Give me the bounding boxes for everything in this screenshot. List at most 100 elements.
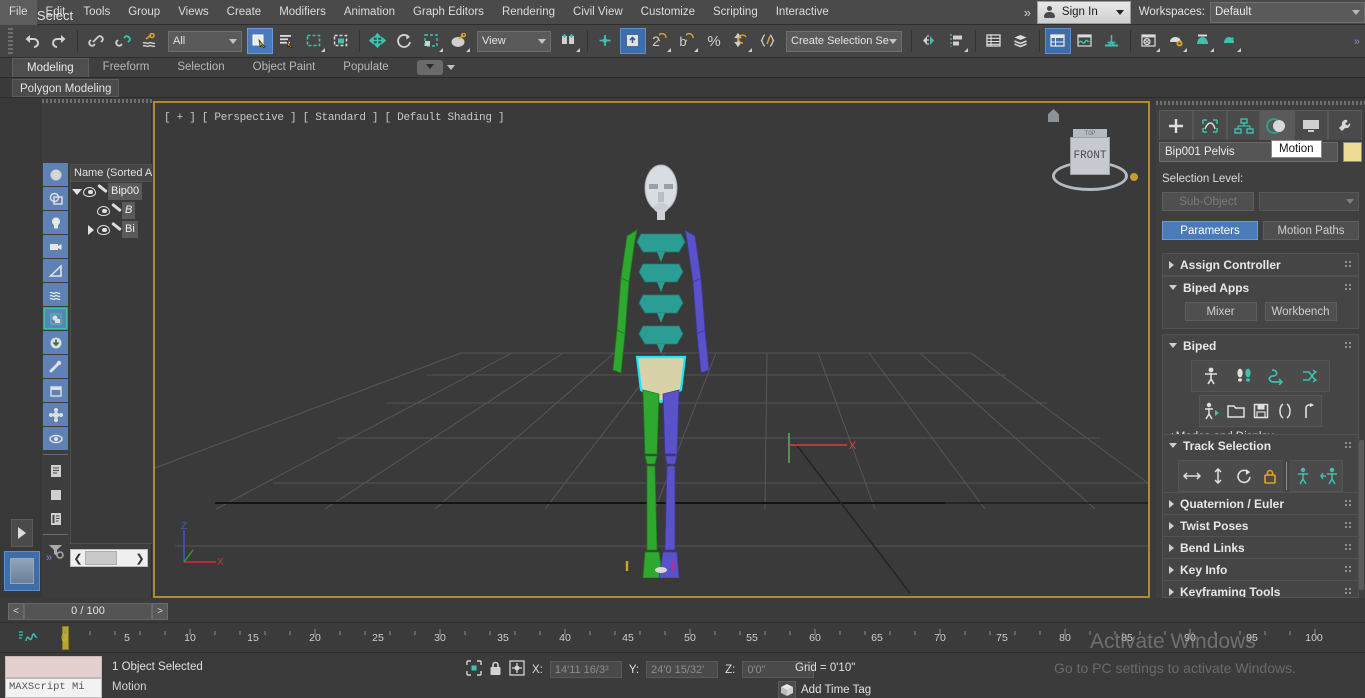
- rollout-header[interactable]: Bend Links: [1163, 537, 1358, 558]
- chevron-down-icon[interactable]: [446, 65, 455, 70]
- symmetrical-tracks-icon[interactable]: [1290, 464, 1316, 488]
- y-field[interactable]: 24'0 15/32': [646, 661, 719, 678]
- scroll-left-icon[interactable]: ❮: [71, 552, 85, 565]
- selection-filter-select[interactable]: All: [168, 30, 242, 52]
- perspective-viewport[interactable]: [ + ] [ Perspective ] [ Standard ] [ Def…: [153, 101, 1150, 598]
- freeze-pin-icon[interactable]: [110, 224, 122, 236]
- containers-filter-icon[interactable]: [43, 379, 68, 402]
- reference-coordinate-select[interactable]: View: [477, 30, 551, 52]
- shapes-filter-icon[interactable]: [43, 187, 68, 210]
- visibility-filter-icon[interactable]: [43, 427, 68, 450]
- object-color-swatch[interactable]: [1343, 142, 1362, 162]
- redo-icon[interactable]: [46, 28, 72, 54]
- material-editor-icon[interactable]: [1136, 28, 1162, 54]
- rollout-header[interactable]: Track Selection: [1163, 435, 1358, 456]
- snaps-toggle-icon[interactable]: [620, 28, 646, 54]
- tab-selection[interactable]: Selection: [163, 58, 238, 77]
- workbench-button[interactable]: Workbench: [1264, 302, 1337, 321]
- render-frame-window-icon[interactable]: [1190, 28, 1216, 54]
- tree-node-label[interactable]: B: [122, 202, 136, 219]
- toggle-scene-explorer-icon[interactable]: [1045, 28, 1071, 54]
- rollout-grip-icon[interactable]: [1344, 587, 1352, 596]
- rollout-header[interactable]: Key Info: [1163, 559, 1358, 580]
- space-warps-filter-icon[interactable]: [43, 283, 68, 306]
- select-and-move-icon[interactable]: [365, 28, 391, 54]
- opposite-tracks-icon[interactable]: [1316, 464, 1342, 488]
- rollout-grip-icon[interactable]: [1344, 543, 1352, 552]
- maxscript-mini-listener[interactable]: MAXScript Mi: [5, 678, 102, 698]
- helpers-filter-icon[interactable]: [43, 259, 68, 282]
- unlink-selection-icon[interactable]: [110, 28, 136, 54]
- menu-create[interactable]: Create: [218, 0, 271, 25]
- save-file-icon[interactable]: [1248, 399, 1272, 423]
- edit-named-selection-sets-icon[interactable]: [728, 28, 754, 54]
- viewcube[interactable]: TOP FRONT: [1040, 107, 1140, 207]
- rollout-grip-icon[interactable]: [1344, 499, 1352, 508]
- track-bar[interactable]: 0 5 10 15 20 25 30 35 40 45 50 55 60 65 …: [0, 622, 1365, 652]
- mixer-mode-icon[interactable]: [1294, 364, 1327, 388]
- biped-playback-icon[interactable]: [1297, 399, 1321, 423]
- rollout-bend-links[interactable]: Bend Links: [1162, 536, 1359, 559]
- biped-character[interactable]: [591, 158, 731, 578]
- prev-frame-button[interactable]: <: [8, 602, 24, 620]
- lights-filter-icon[interactable]: [43, 211, 68, 234]
- body-rotation-icon[interactable]: [1231, 464, 1257, 488]
- select-and-rotate-icon[interactable]: [392, 28, 418, 54]
- rollout-track-selection[interactable]: Track Selection: [1162, 434, 1359, 500]
- motion-flow-mode-icon[interactable]: [1261, 364, 1294, 388]
- add-time-tag[interactable]: Add Time Tag: [778, 681, 871, 698]
- rollout-grip-icon[interactable]: [1344, 441, 1352, 450]
- home-icon[interactable]: [1048, 109, 1059, 122]
- particles-filter-icon[interactable]: [43, 403, 68, 426]
- schematic-view-icon[interactable]: [1099, 28, 1125, 54]
- rollout-grip-icon[interactable]: [1344, 521, 1352, 530]
- freeze-pin-icon[interactable]: [110, 205, 122, 217]
- tab-freeform[interactable]: Freeform: [89, 58, 164, 77]
- scene-explorer-expand-icon[interactable]: »: [1354, 36, 1360, 48]
- detail-view-icon[interactable]: [43, 507, 68, 530]
- select-object-button[interactable]: [247, 28, 273, 54]
- rollout-header[interactable]: Assign Controller: [1163, 254, 1358, 275]
- freeze-pin-icon[interactable]: [96, 186, 108, 198]
- parameters-button[interactable]: Parameters: [1162, 221, 1258, 240]
- align-icon[interactable]: [944, 28, 970, 54]
- toolbar-grip[interactable]: [8, 28, 13, 54]
- sign-in-button[interactable]: Sign In: [1036, 0, 1131, 24]
- menu-views[interactable]: Views: [169, 0, 217, 25]
- menu-graph-editors[interactable]: Graph Editors: [404, 0, 493, 25]
- open-folder-icon[interactable]: [1224, 399, 1248, 423]
- bones-filter-icon[interactable]: [43, 355, 68, 378]
- next-frame-button[interactable]: >: [152, 602, 168, 620]
- menu-overflow-icon[interactable]: »: [1018, 5, 1037, 20]
- tree-node-label[interactable]: Bi: [122, 221, 138, 238]
- menu-rendering[interactable]: Rendering: [493, 0, 564, 25]
- rollout-header[interactable]: Twist Poses: [1163, 515, 1358, 536]
- move-all-mode-icon[interactable]: [1200, 399, 1224, 423]
- named-selection-sets-icon[interactable]: [755, 28, 781, 54]
- maxscript-listener-output[interactable]: [5, 656, 102, 678]
- rollout-assign-controller[interactable]: Assign Controller: [1162, 253, 1359, 276]
- menu-animation[interactable]: Animation: [335, 0, 404, 25]
- menu-civil-view[interactable]: Civil View: [564, 0, 632, 25]
- body-horizontal-icon[interactable]: [1179, 464, 1205, 488]
- xrefs-filter-icon[interactable]: [43, 331, 68, 354]
- render-production-icon[interactable]: [1217, 28, 1243, 54]
- hierarchy-tab[interactable]: [1226, 110, 1261, 140]
- manage-layers-icon[interactable]: [1008, 28, 1034, 54]
- selection-lock-region-icon[interactable]: [466, 660, 482, 679]
- viewport-label[interactable]: [ + ] [ Perspective ] [ Standard ] [ Def…: [164, 112, 505, 124]
- tab-object-paint[interactable]: Object Paint: [239, 58, 330, 77]
- tree-horizontal-scrollbar[interactable]: ❮ ❯: [70, 549, 148, 567]
- use-pivot-point-center-icon[interactable]: [556, 28, 582, 54]
- geometry-filter-icon[interactable]: [43, 163, 68, 186]
- percent-snap-toggle-icon[interactable]: b: [674, 28, 700, 54]
- menu-customize[interactable]: Customize: [632, 0, 704, 25]
- angle-snap-toggle-icon[interactable]: 2: [647, 28, 673, 54]
- body-vertical-icon[interactable]: [1205, 464, 1231, 488]
- open-mini-curve-editor-icon[interactable]: [18, 629, 40, 648]
- select-and-scale-icon[interactable]: [419, 28, 445, 54]
- rollout-grip-icon[interactable]: [1344, 565, 1352, 574]
- absolute-relative-transform-icon[interactable]: [509, 660, 525, 679]
- scene-explorer-grip[interactable]: [42, 99, 152, 103]
- rollout-grip-icon[interactable]: [1344, 260, 1352, 269]
